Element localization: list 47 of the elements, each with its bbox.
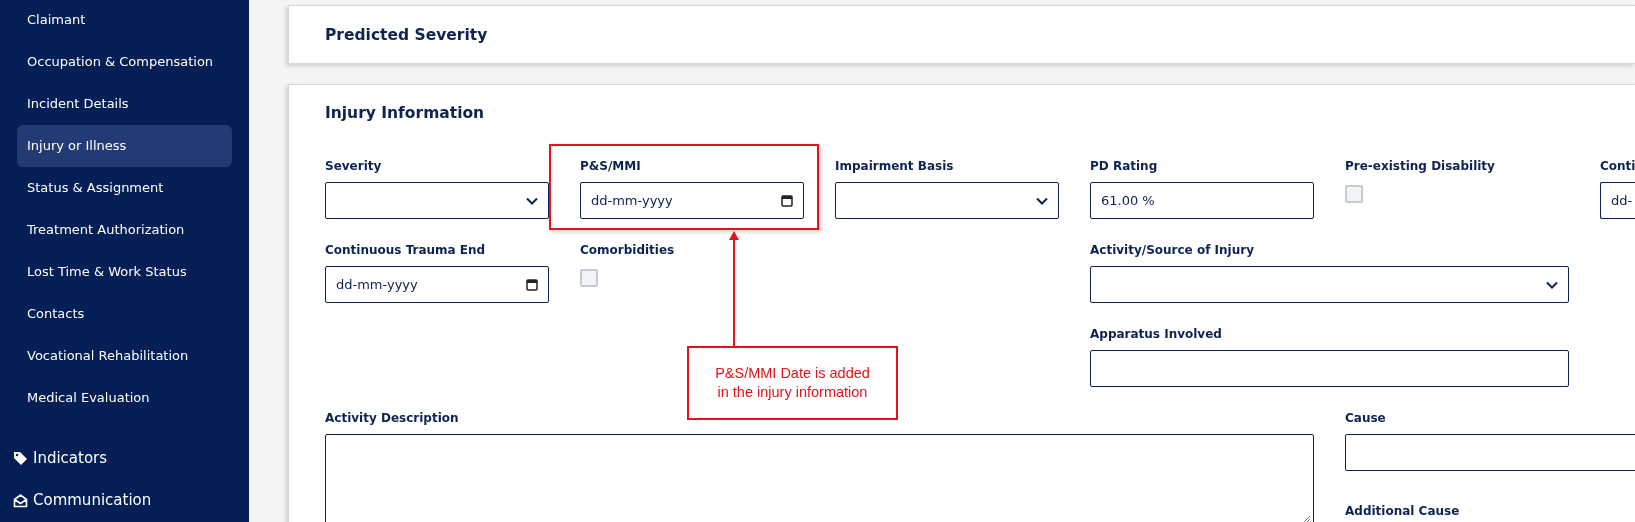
sidebar-item[interactable]: Medical Evaluation — [17, 377, 232, 419]
tag-icon — [13, 450, 28, 466]
select-field[interactable] — [325, 182, 549, 219]
select-field[interactable] — [1090, 266, 1569, 303]
sidebar-item[interactable]: Claimant — [17, 0, 232, 41]
field-label: PD Rating — [1090, 158, 1159, 175]
section-title: Predicted Severity — [325, 25, 488, 44]
annotation-note: P&S/MMI Date is added in the injury information — [687, 346, 898, 420]
text-field[interactable]: 61.00 % — [1090, 182, 1314, 219]
date-field[interactable]: dd- — [1600, 182, 1635, 219]
sidebar-item[interactable]: Occupation & Compensation — [17, 41, 232, 83]
chevron-down-icon — [1036, 196, 1048, 205]
select-field[interactable] — [835, 182, 1059, 219]
field-label: Cause — [1345, 410, 1387, 427]
checkbox[interactable] — [1345, 185, 1363, 203]
field-label: Apparatus Involved — [1090, 326, 1223, 343]
sidebar-item[interactable]: Contacts — [17, 293, 232, 335]
sidebar-section[interactable]: Communication — [33, 491, 152, 509]
field-label: Conti — [1600, 158, 1635, 175]
field-label: Additional Cause — [1345, 503, 1461, 520]
field-label: Pre-existing Disability — [1345, 158, 1496, 175]
section-title: Injury Information — [325, 104, 485, 122]
field-label: Activity/Source of Injury — [1090, 242, 1255, 259]
resize-grip-icon[interactable] — [1303, 515, 1311, 522]
sidebar-section[interactable]: Indicators — [33, 449, 108, 467]
checkbox[interactable] — [580, 269, 598, 287]
text-field[interactable] — [1090, 350, 1569, 387]
sidebar-item[interactable]: Lost Time & Work Status — [17, 251, 232, 293]
field-label: Severity — [325, 158, 383, 175]
sidebar-item[interactable]: Vocational Rehabilitation — [17, 335, 232, 377]
field-label: Comorbidities — [580, 242, 676, 259]
field-label: Impairment Basis — [835, 158, 955, 175]
date-field[interactable]: dd-mm-yyyy — [580, 182, 804, 219]
chevron-down-icon — [1546, 280, 1558, 289]
calendar-icon[interactable] — [781, 194, 793, 207]
date-field[interactable]: dd-mm-yyyy — [325, 266, 549, 303]
text-field[interactable] — [1345, 434, 1635, 471]
sidebar-item[interactable]: Treatment Authorization — [17, 209, 232, 251]
field-label: Continuous Trauma End — [325, 242, 487, 259]
chevron-down-icon — [526, 196, 538, 205]
calendar-icon[interactable] — [526, 278, 538, 291]
envelope-icon — [13, 492, 28, 508]
sidebar-item[interactable]: Injury or Illness — [17, 125, 232, 167]
field-label: P&S/MMI — [580, 158, 642, 175]
sidebar-item[interactable]: Incident Details — [17, 83, 232, 125]
sidebar-item[interactable]: Status & Assignment — [17, 167, 232, 209]
field-label: Activity Description — [325, 410, 460, 427]
